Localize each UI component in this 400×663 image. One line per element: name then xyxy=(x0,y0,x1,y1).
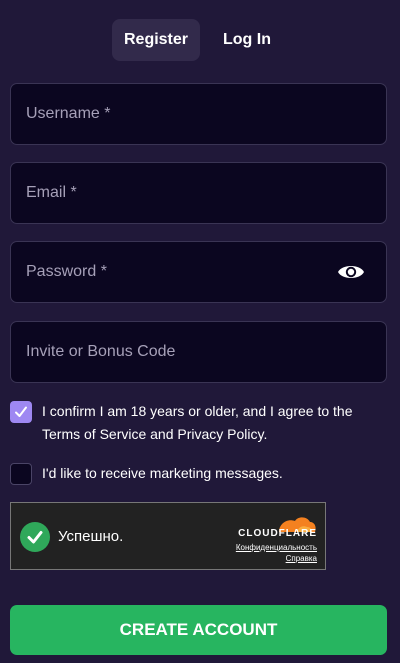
username-field-wrapper xyxy=(10,83,387,145)
password-input[interactable] xyxy=(11,242,386,302)
marketing-label: I'd like to receive marketing messages. xyxy=(42,465,283,481)
invite-code-input[interactable] xyxy=(11,322,386,382)
privacy-link[interactable]: Конфиденциальность xyxy=(236,543,317,552)
marketing-checkbox[interactable] xyxy=(10,463,32,485)
cloudflare-wordmark: CLOUDFLARE xyxy=(238,528,317,539)
create-account-button[interactable]: CREATE ACCOUNT xyxy=(10,605,387,655)
check-circle-icon xyxy=(20,522,50,552)
age-confirm-checkbox[interactable] xyxy=(10,401,32,423)
age-confirm-label: I confirm I am 18 years or older, and I … xyxy=(42,403,353,442)
email-field-wrapper xyxy=(10,162,387,224)
register-page: Register Log In I confirm I am 18 years … xyxy=(0,0,400,663)
marketing-row: I'd like to receive marketing messages. xyxy=(10,462,380,485)
age-confirm-row: I confirm I am 18 years or older, and I … xyxy=(10,400,380,446)
eye-icon[interactable] xyxy=(337,261,365,283)
username-input[interactable] xyxy=(11,84,386,144)
password-field-wrapper xyxy=(10,241,387,303)
tab-login[interactable]: Log In xyxy=(208,19,286,61)
captcha-widget: Успешно. CLOUDFLARE Конфиденциальность С… xyxy=(10,502,326,570)
captcha-status: Успешно. xyxy=(58,528,124,545)
checkmark-icon xyxy=(15,406,27,417)
help-link[interactable]: Справка xyxy=(286,554,317,563)
email-input[interactable] xyxy=(11,163,386,223)
auth-tabs: Register Log In xyxy=(0,19,400,61)
invite-code-field-wrapper xyxy=(10,321,387,383)
tab-register[interactable]: Register xyxy=(112,19,200,61)
